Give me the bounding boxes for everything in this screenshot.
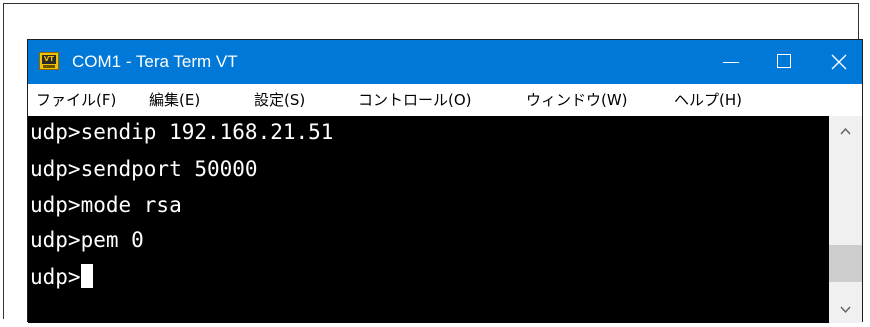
scroll-up-button[interactable] — [829, 118, 862, 144]
terminal-line: udp>pem 0 — [30, 228, 144, 252]
scroll-down-button[interactable] — [829, 297, 862, 323]
maximize-icon — [777, 54, 791, 68]
menu-setup[interactable]: 設定(S) — [254, 84, 305, 116]
menu-help[interactable]: ヘルプ(H) — [674, 84, 742, 116]
tera-term-vt-icon[interactable]: VT — [39, 52, 59, 70]
terminal-prompt-line: udp> — [30, 262, 93, 292]
menu-window[interactable]: ウィンドウ(W) — [526, 84, 628, 116]
minimize-button[interactable] — [708, 40, 754, 84]
title-bar[interactable]: VT COM1 - Tera Term VT — [28, 40, 862, 84]
close-button[interactable] — [816, 40, 862, 84]
menu-control[interactable]: コントロール(O) — [358, 84, 472, 116]
minimize-icon — [723, 62, 739, 63]
terminal-line: udp>sendip 192.168.21.51 — [30, 120, 334, 144]
menu-file[interactable]: ファイル(F) — [36, 84, 116, 116]
terminal-prompt: udp> — [30, 265, 81, 289]
chevron-down-icon — [840, 306, 851, 314]
close-icon — [831, 54, 847, 70]
vertical-scrollbar[interactable] — [829, 116, 862, 323]
window-title: COM1 - Tera Term VT — [72, 52, 238, 71]
text-cursor — [80, 264, 93, 288]
maximize-button[interactable] — [762, 40, 808, 84]
terminal-screen[interactable]: udp>sendip 192.168.21.51 udp>sendport 50… — [28, 116, 829, 323]
terminal-line: udp>sendport 50000 — [30, 157, 258, 181]
tera-term-window: VT COM1 - Tera Term VT ファイル(F) 編集(E) 設定(… — [27, 39, 863, 323]
menu-bar: ファイル(F) 編集(E) 設定(S) コントロール(O) ウィンドウ(W) ヘ… — [28, 84, 862, 116]
app-icon-label: VT — [42, 55, 56, 64]
chevron-up-icon — [840, 127, 851, 135]
scroll-thumb[interactable] — [829, 245, 862, 282]
terminal-line: udp>mode rsa — [30, 193, 182, 217]
menu-edit[interactable]: 編集(E) — [149, 84, 200, 116]
